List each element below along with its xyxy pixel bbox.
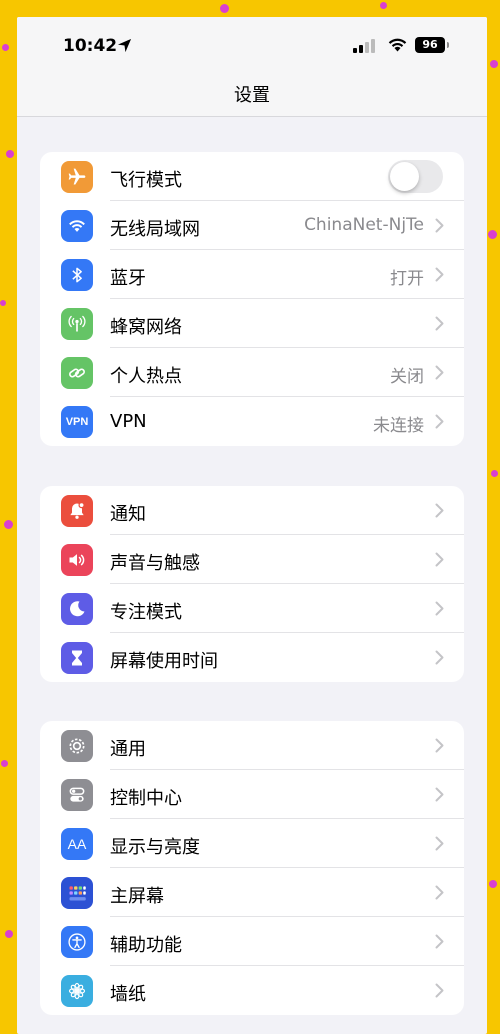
chevron-right-icon <box>435 267 444 282</box>
navigation-header: 10:42 96 设置 <box>17 17 487 117</box>
row-label: 飞行模式 <box>110 170 182 191</box>
settings-screen: 10:42 96 设置 飞行模式 无线局域网 ChinaNet-NjTe 蓝牙 … <box>17 17 487 1034</box>
row-bluetooth[interactable]: 蓝牙 打开 <box>40 250 464 299</box>
row-label: 个人热点 <box>110 366 182 387</box>
battery-level: 96 <box>415 37 445 53</box>
row-accessibility[interactable]: 辅助功能 <box>40 917 464 966</box>
chevron-right-icon <box>435 365 444 380</box>
decorative-dot <box>2 44 9 51</box>
text-size-icon: AA <box>61 828 93 860</box>
speaker-icon <box>61 544 93 576</box>
decorative-dot <box>489 880 497 888</box>
chevron-right-icon <box>435 983 444 998</box>
row-wallpaper[interactable]: 墙纸 <box>40 966 464 1015</box>
chevron-right-icon <box>435 738 444 753</box>
chevron-right-icon <box>435 414 444 429</box>
decorative-dot <box>491 470 498 477</box>
row-label: 蓝牙 <box>110 268 146 289</box>
chevron-right-icon <box>435 934 444 949</box>
chevron-right-icon <box>435 787 444 802</box>
cellular-antenna-icon <box>61 308 93 340</box>
vpn-icon-text: VPN <box>65 416 89 428</box>
bluetooth-status-value: 打开 <box>390 269 424 289</box>
switches-icon <box>61 779 93 811</box>
settings-group-connectivity: 飞行模式 无线局域网 ChinaNet-NjTe 蓝牙 打开 蜂窝网络 个人热点… <box>40 152 464 446</box>
settings-group-notifications: 通知 声音与触感 专注模式 屏幕使用时间 <box>40 486 464 682</box>
chevron-right-icon <box>435 601 444 616</box>
decorative-dot <box>6 150 14 158</box>
hotspot-status-value: 关闭 <box>390 367 424 387</box>
row-vpn[interactable]: VPN VPN 未连接 <box>40 397 464 446</box>
wifi-status-icon <box>388 38 407 52</box>
chevron-right-icon <box>435 316 444 331</box>
row-label: 声音与触感 <box>110 553 200 574</box>
row-general[interactable]: 通用 <box>40 721 464 770</box>
row-control-center[interactable]: 控制中心 <box>40 770 464 819</box>
decorative-dot <box>5 930 13 938</box>
row-sounds-haptics[interactable]: 声音与触感 <box>40 535 464 584</box>
row-display-brightness[interactable]: AA 显示与亮度 <box>40 819 464 868</box>
settings-group-general: 通用 控制中心 AA 显示与亮度 主屏幕 辅助功能 墙纸 <box>40 721 464 1015</box>
row-screen-time[interactable]: 屏幕使用时间 <box>40 633 464 682</box>
row-notifications[interactable]: 通知 <box>40 486 464 535</box>
app-grid-icon <box>61 877 93 909</box>
decorative-dot <box>380 2 387 9</box>
wifi-icon <box>61 210 93 242</box>
row-label: VPN <box>110 411 147 432</box>
chevron-right-icon <box>435 885 444 900</box>
row-label: 通知 <box>110 504 146 525</box>
chevron-right-icon <box>435 552 444 567</box>
row-label: 通用 <box>110 739 146 760</box>
decorative-dot <box>220 4 229 13</box>
flower-icon <box>61 975 93 1007</box>
row-wifi[interactable]: 无线局域网 ChinaNet-NjTe <box>40 201 464 250</box>
airplane-mode-toggle[interactable] <box>388 160 443 193</box>
status-time: 10:42 <box>63 36 118 56</box>
hourglass-icon <box>61 642 93 674</box>
row-label: 墙纸 <box>110 984 146 1005</box>
location-arrow-icon <box>117 38 132 53</box>
decorative-dot <box>0 300 6 306</box>
row-label: 显示与亮度 <box>110 837 200 858</box>
chevron-right-icon <box>435 836 444 851</box>
chevron-right-icon <box>435 218 444 233</box>
row-label: 无线局域网 <box>110 219 200 240</box>
decorative-dot <box>1 760 8 767</box>
wifi-network-value: ChinaNet-NjTe <box>304 215 424 235</box>
vpn-icon: VPN <box>61 406 93 438</box>
row-airplane-mode[interactable]: 飞行模式 <box>40 152 464 201</box>
bell-icon <box>61 495 93 527</box>
row-label: 控制中心 <box>110 788 182 809</box>
battery-indicator: 96 <box>415 37 449 53</box>
decorative-dot <box>490 60 498 68</box>
page-title: 设置 <box>234 85 270 106</box>
row-focus[interactable]: 专注模式 <box>40 584 464 633</box>
row-home-screen[interactable]: 主屏幕 <box>40 868 464 917</box>
decorative-dot <box>488 230 497 239</box>
gear-icon <box>61 730 93 762</box>
row-label: 屏幕使用时间 <box>110 651 218 672</box>
row-cellular[interactable]: 蜂窝网络 <box>40 299 464 348</box>
chevron-right-icon <box>435 650 444 665</box>
accessibility-icon <box>61 926 93 958</box>
airplane-icon <box>61 161 93 193</box>
row-label: 专注模式 <box>110 602 182 623</box>
decorative-dot <box>4 520 13 529</box>
bluetooth-icon <box>61 259 93 291</box>
chevron-right-icon <box>435 503 444 518</box>
moon-icon <box>61 593 93 625</box>
row-label: 辅助功能 <box>110 935 182 956</box>
hotspot-link-icon <box>61 357 93 389</box>
row-personal-hotspot[interactable]: 个人热点 关闭 <box>40 348 464 397</box>
cellular-signal-icon <box>353 39 375 53</box>
row-label: 主屏幕 <box>110 886 164 907</box>
vpn-status-value: 未连接 <box>373 416 424 436</box>
row-label: 蜂窝网络 <box>110 317 182 338</box>
text-size-icon-text: AA <box>67 836 87 852</box>
